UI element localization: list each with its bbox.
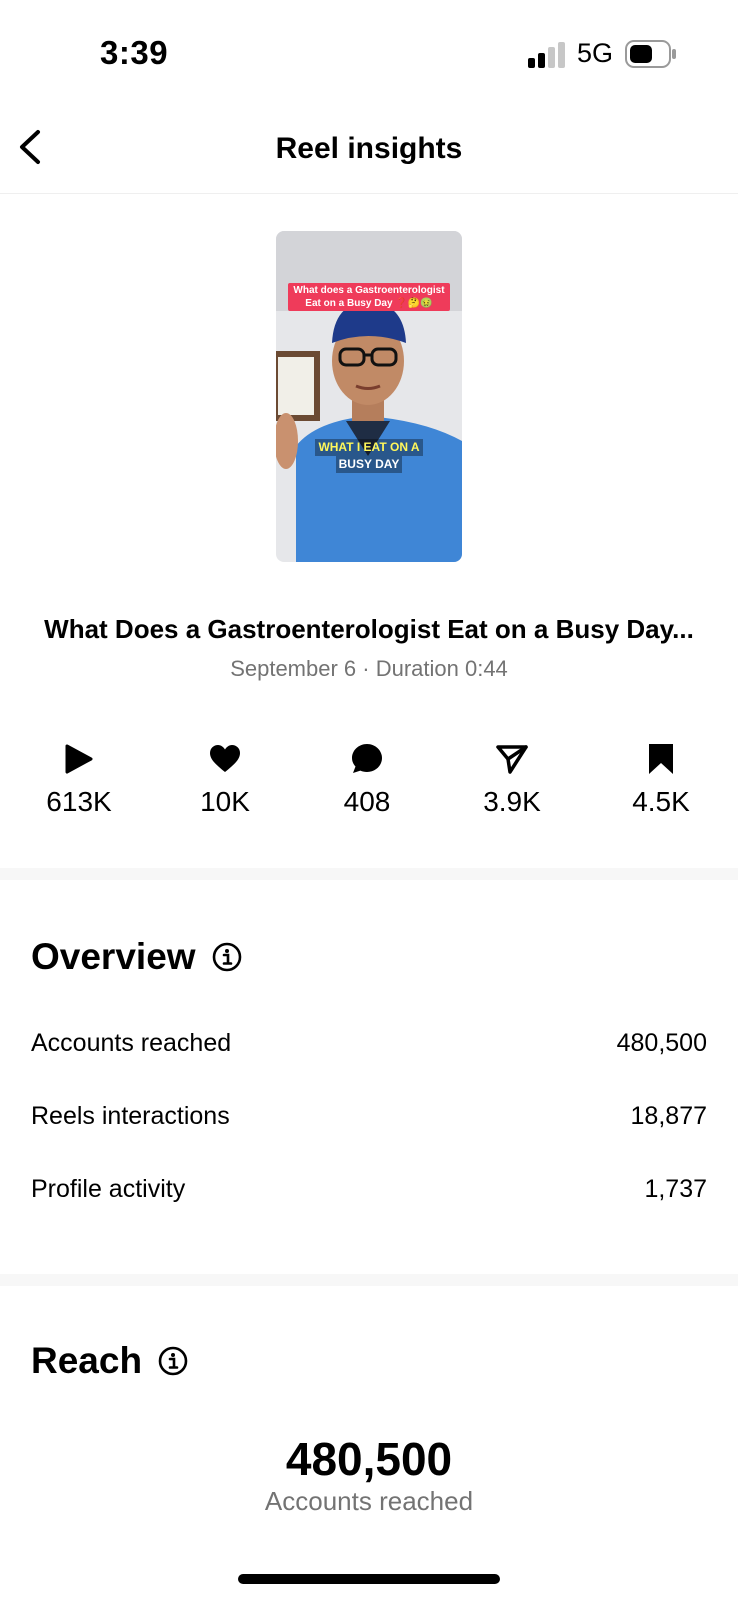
thumbnail-caption-middle: WHAT I EAT ON A BUSY DAY [276,439,462,473]
metric-value: 18,877 [630,1101,707,1130]
reach-heading: Reach [31,1340,188,1382]
play-icon [65,744,93,774]
metric-label: Profile activity [31,1174,186,1203]
reach-title: Reach [31,1340,143,1381]
status-bar: 3:39 5G [0,0,738,100]
status-time: 3:39 [100,34,169,71]
home-indicator[interactable] [238,1574,500,1584]
stat-shares[interactable]: 3.9K [452,742,572,818]
metric-row-profile-activity[interactable]: Profile activity 1,737 [31,1169,707,1209]
bookmark-icon [649,744,673,774]
stat-likes[interactable]: 10K [165,742,285,818]
overview-heading: Overview [31,936,242,978]
metric-value: 1,737 [644,1174,707,1203]
metric-label: Accounts reached [31,1028,232,1057]
reel-title: What Does a Gastroenterologist Eat on a … [44,614,694,644]
section-divider [0,1274,738,1286]
metric-row-reels-interactions[interactable]: Reels interactions 18,877 [31,1096,707,1136]
metric-value: 480,500 [616,1028,707,1057]
stat-plays-value: 613K [46,786,112,817]
comment-bubble-icon [352,744,382,773]
paper-plane-icon [496,745,528,774]
metric-label: Reels interactions [31,1101,230,1130]
network-type: 5G [577,38,614,68]
heart-icon [210,745,240,772]
info-icon[interactable] [212,942,242,972]
reel-thumbnail-image [276,231,462,562]
stat-saves[interactable]: 4.5K [601,742,721,818]
section-divider [0,868,738,880]
thumbnail-caption-line1: WHAT I EAT ON A [315,439,423,456]
nav-header: Reel insights [0,100,738,194]
stat-comments-value: 408 [343,786,391,817]
stat-plays[interactable]: 613K [19,742,139,818]
cellular-signal-icon [528,42,565,68]
metric-row-accounts-reached[interactable]: Accounts reached 480,500 [31,1023,707,1063]
reach-total-value: 480,500 [285,1433,453,1485]
reel-meta: September 6 · Duration 0:44 [230,656,508,681]
battery-icon [625,40,676,68]
thumbnail-caption-line2: BUSY DAY [335,456,403,473]
stat-likes-value: 10K [200,786,250,817]
reel-thumbnail[interactable]: What does a Gastroenterologist Eat on a … [276,231,462,562]
engagement-stats: 613K 10K 408 3.9K 4.5K [0,742,738,832]
stat-saves-value: 4.5K [632,786,690,817]
overview-title: Overview [31,936,196,977]
page-title: Reel insights [275,132,463,165]
stat-shares-value: 3.9K [483,786,541,817]
thumbnail-caption-top: What does a Gastroenterologist Eat on a … [288,283,450,311]
stat-comments[interactable]: 408 [307,742,427,818]
reach-total-label: Accounts reached [264,1486,474,1516]
info-icon[interactable] [158,1346,188,1376]
